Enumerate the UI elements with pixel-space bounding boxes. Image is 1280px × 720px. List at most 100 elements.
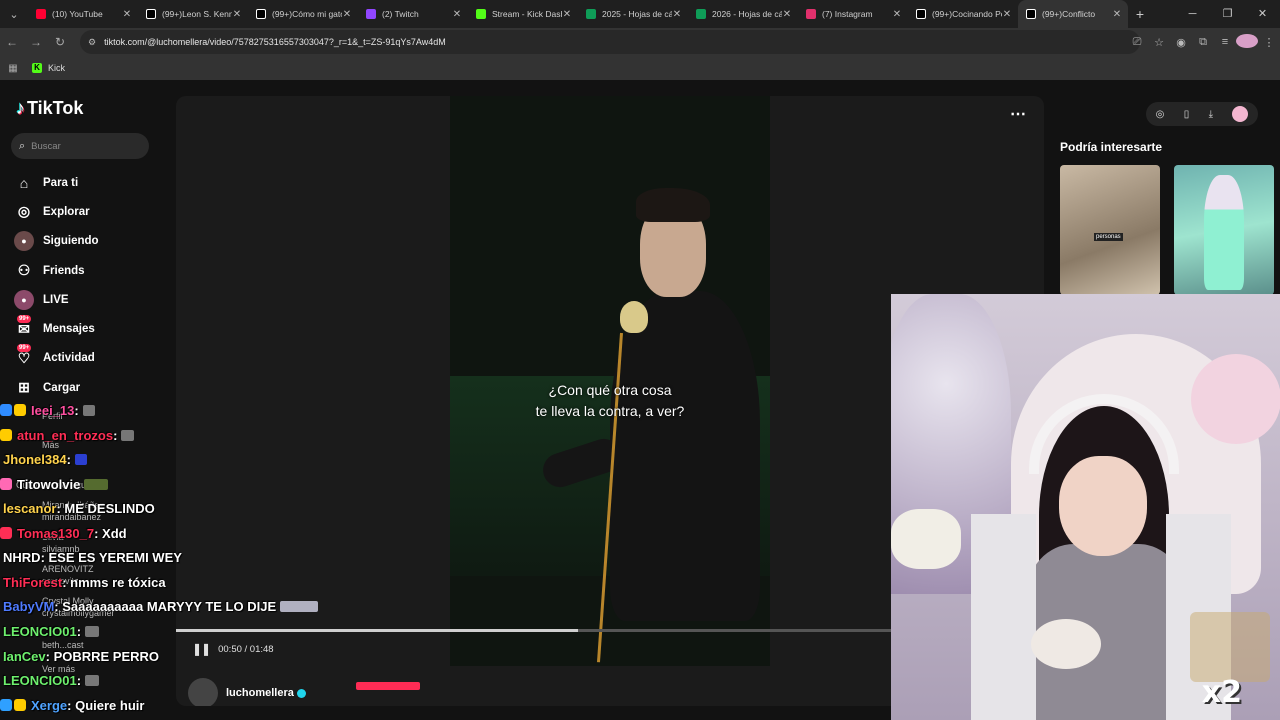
cast-icon[interactable]: ⎚ [1126, 36, 1148, 49]
tab-search-chevron-icon[interactable]: ⌄ [0, 0, 28, 28]
video-author[interactable]: luchomellera [188, 678, 306, 706]
video-controls: ❚❚ 00:50 / 01:48 [192, 642, 274, 656]
chair-bow [891, 509, 961, 569]
tab-title: (7) Instagram [822, 9, 873, 19]
sidebar-item-label: Siguiendo [43, 235, 99, 248]
extension-icon[interactable]: ◉ [1170, 36, 1192, 49]
url-field[interactable]: ⚙ tiktok.com/@luchomellera/video/7578275… [80, 30, 1140, 54]
browser-tab[interactable]: 2025 - Hojas de cálculo✕ [578, 0, 688, 28]
reload-icon[interactable]: ↻ [48, 35, 72, 49]
coins-icon[interactable]: ◎ [1156, 109, 1165, 120]
emote-icon [84, 478, 109, 490]
more-options-icon[interactable]: ⋯ [1010, 104, 1026, 124]
browser-tab[interactable]: 2026 - Hojas de cálculo✕ [688, 0, 798, 28]
suggested-video-thumbnail[interactable]: personas [1060, 165, 1160, 295]
chat-text: : [76, 623, 82, 639]
instagram-icon [806, 9, 816, 19]
chat-message: Ieei_13 : [0, 400, 95, 420]
tiktok-logo[interactable]: ♪ TikTok [16, 98, 83, 119]
pause-icon[interactable]: ❚❚ [192, 642, 211, 656]
browser-tab[interactable]: (99+)Cómo mi gato ✕ [248, 0, 358, 28]
avatar[interactable] [188, 678, 218, 706]
browser-tab[interactable]: (10) YouTube ✕ [28, 0, 138, 28]
browser-tab[interactable]: (2) Twitch ✕ [358, 0, 468, 28]
browser-tab[interactable]: Stream - Kick Dashboard✕ [468, 0, 578, 28]
follow-button[interactable] [356, 682, 420, 690]
messages-icon: ✉ [14, 315, 34, 339]
bookmark-star-icon[interactable]: ☆ [1148, 36, 1170, 49]
sidebar-item-cargar[interactable]: ⊞ Cargar [14, 373, 99, 402]
close-tab-icon[interactable]: ✕ [672, 9, 682, 20]
minimize-icon[interactable]: ─ [1175, 0, 1210, 28]
site-info-icon[interactable]: ⚙ [88, 37, 96, 48]
bookmark-kick[interactable]: K Kick [32, 63, 65, 73]
chat-username: Ieei_13 [31, 402, 75, 418]
chat-message: NHRD : ESE ES YEREMI WEY [0, 547, 182, 567]
chat-text: : [113, 427, 118, 443]
puzzle-icon[interactable]: ⧉ [1192, 36, 1214, 49]
chat-username: lescanor [3, 500, 57, 516]
chat-username: Xerge [31, 697, 68, 713]
badge-icon [0, 429, 12, 441]
forward-icon[interactable]: → [24, 35, 48, 49]
close-tab-icon[interactable]: ✕ [342, 9, 352, 20]
close-tab-icon[interactable]: ✕ [782, 9, 792, 20]
chat-text: : Saaaaaaaaaa MARYYY TE LO DIJE [54, 598, 277, 614]
chat-username: NHRD [3, 549, 41, 565]
media-icon[interactable]: ≡ [1214, 36, 1236, 48]
badge-icon [0, 699, 12, 711]
browser-tab[interactable]: (99+)Cocinando Pollo✕ [908, 0, 1018, 28]
sidebar-item-para-ti[interactable]: ⌂ Para ti [14, 168, 99, 197]
sidebar-item-siguiendo[interactable]: ● Siguiendo [14, 227, 99, 256]
close-tab-icon[interactable]: ✕ [562, 9, 572, 20]
chat-text: : Xdd [94, 525, 127, 541]
close-tab-icon[interactable]: ✕ [452, 9, 462, 20]
close-tab-icon[interactable]: ✕ [122, 9, 132, 20]
download-icon[interactable]: ⤓ [1209, 109, 1213, 120]
chat-message: Jhonel384 : [0, 449, 87, 469]
browser-tab[interactable]: (7) Instagram ✕ [798, 0, 908, 28]
browser-tab[interactable]: (99+)Leon S. Kennedy✕ [138, 0, 248, 28]
profile-icon[interactable] [1236, 33, 1258, 51]
tab-title: (99+)Cómo mi gato [272, 9, 342, 19]
sidebar-item-actividad[interactable]: ♡ Actividad [14, 344, 99, 373]
chat-text: : [74, 402, 79, 418]
microphone-icon [620, 301, 648, 333]
following-icon: ● [14, 231, 34, 252]
apps-grid-icon[interactable]: ▦ [0, 63, 26, 74]
youtube-icon [36, 9, 46, 19]
video-content[interactable]: ¿Con qué otra cosa te lleva la contra, a… [450, 96, 770, 666]
maximize-icon[interactable]: ❐ [1210, 0, 1245, 28]
back-icon[interactable]: ← [0, 35, 24, 49]
tab-title: 2026 - Hojas de cálculo [712, 9, 782, 19]
chat-message: lescanor : ME DESLINDO [0, 498, 155, 518]
home-icon: ⌂ [19, 174, 29, 191]
close-tab-icon[interactable]: ✕ [892, 9, 902, 20]
sidebar-item-friends[interactable]: ⚇ Friends [14, 256, 99, 285]
close-tab-icon[interactable]: ✕ [232, 9, 242, 20]
search-input[interactable]: ⌕ Buscar [11, 133, 149, 159]
profile-avatar[interactable] [1232, 106, 1249, 122]
menu-icon[interactable]: ⋮ [1258, 36, 1280, 49]
bookmarks-bar: ▦ K Kick [0, 56, 1280, 80]
new-tab-button[interactable]: + [1128, 6, 1152, 22]
sheets-icon [586, 9, 596, 19]
browser-tab-active[interactable]: (99+)Conflicto ✕ [1018, 0, 1128, 28]
sheets-icon [696, 9, 706, 19]
sidebar-item-mensajes[interactable]: ✉ Mensajes [14, 314, 99, 343]
badge-icon [0, 478, 12, 490]
video-subtitle: ¿Con qué otra cosa te lleva la contra, a… [450, 380, 770, 422]
chat-message: LEONCIO01 : [0, 621, 100, 641]
puppy [1031, 619, 1101, 669]
device-icon[interactable]: ▯ [1184, 109, 1190, 120]
chat-username: LEONCIO01 [3, 623, 77, 639]
close-tab-icon[interactable]: ✕ [1002, 9, 1012, 20]
sidebar-item-live[interactable]: ● LIVE [14, 285, 99, 314]
streamer-webcam: x2 [891, 294, 1280, 720]
suggested-video-thumbnail[interactable] [1174, 165, 1274, 295]
sidebar-item-label: Friends [43, 264, 85, 277]
author-name[interactable]: luchomellera [226, 687, 294, 699]
close-tab-icon[interactable]: ✕ [1112, 9, 1122, 20]
sidebar-item-explorar[interactable]: ◎ Explorar [14, 197, 99, 226]
close-window-icon[interactable]: ✕ [1245, 0, 1280, 28]
